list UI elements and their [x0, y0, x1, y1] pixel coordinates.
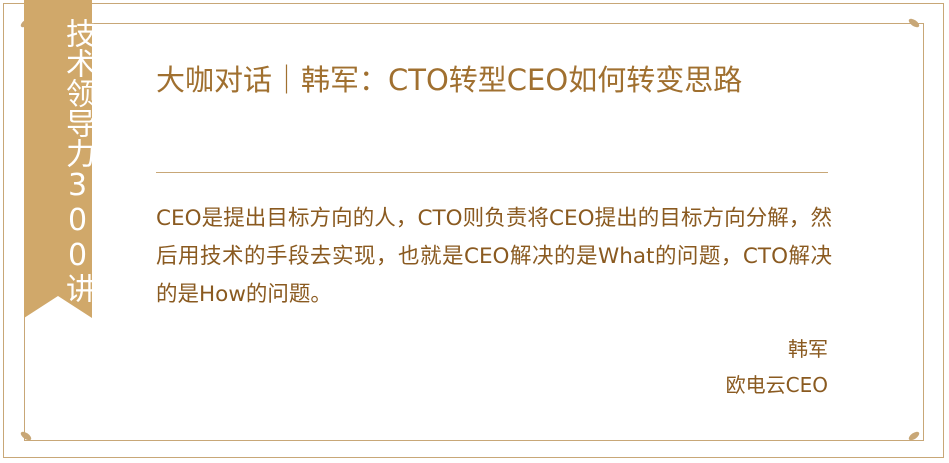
frame-line-top — [24, 23, 924, 24]
course-ribbon: 技术领导力300讲 — [24, 0, 95, 318]
quote-text: CEO是提出目标方向的人，CTO则负责将CEO提出的目标方向分解，然后用技术的手… — [156, 206, 832, 307]
author-name: 韩军 — [788, 337, 828, 361]
frame-line-right — [923, 23, 924, 441]
frame-line-bottom — [24, 440, 924, 441]
author-title: 欧电云CEO — [725, 373, 828, 397]
divider — [156, 172, 828, 173]
page-title: 大咖对话｜韩军：CTO转型CEO如何转变思路 — [156, 63, 743, 97]
ribbon-label: 技术领导力300讲 — [60, 18, 95, 303]
